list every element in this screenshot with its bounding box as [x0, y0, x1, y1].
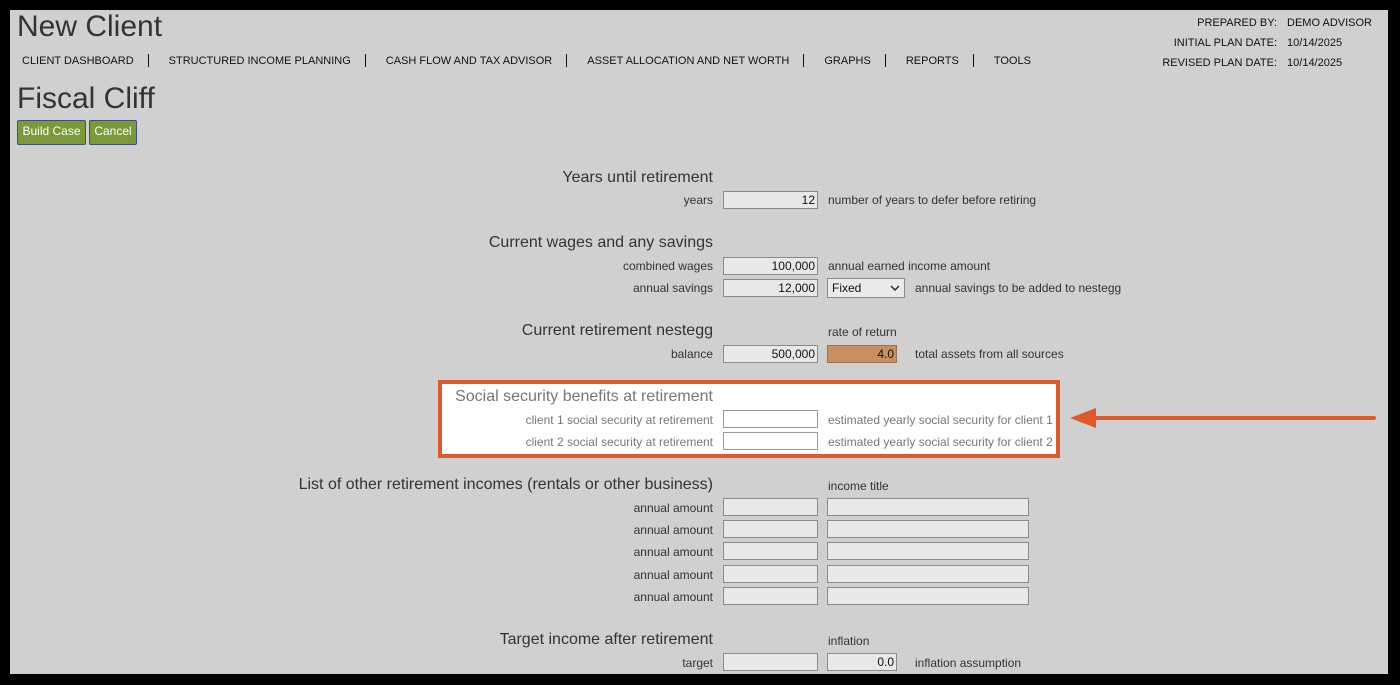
savings-mode-select[interactable]: Fixed	[827, 278, 905, 298]
target-label: target	[682, 656, 713, 670]
rate-of-return-input[interactable]: 4.0	[827, 345, 897, 363]
income-title-input[interactable]	[827, 520, 1029, 538]
annual-amount-input[interactable]	[723, 587, 818, 605]
annual-amount-input[interactable]	[723, 542, 818, 560]
cancel-button[interactable]: Cancel	[89, 120, 137, 145]
income-title-label: income title	[828, 479, 889, 493]
client2-ss-hint: estimated yearly social security for cli…	[828, 435, 1053, 449]
nav-cash-flow-tax-advisor[interactable]: CASH FLOW AND TAX ADVISOR	[380, 55, 566, 67]
annual-amount-input[interactable]	[723, 498, 818, 516]
client2-ss-input[interactable]	[723, 432, 818, 450]
nestegg-heading: Current retirement nestegg	[521, 322, 713, 339]
prepared-by-value: DEMO ADVISOR	[1287, 17, 1372, 29]
revised-plan-date-label: REVISED PLAN DATE:	[1162, 57, 1278, 69]
client1-ss-hint: estimated yearly social security for cli…	[828, 413, 1053, 427]
annual-amount-input[interactable]	[723, 565, 818, 583]
balance-hint: total assets from all sources	[915, 347, 1064, 361]
inflation-hint: inflation assumption	[915, 656, 1022, 670]
nav-divider	[972, 54, 974, 67]
nav-divider	[884, 54, 886, 67]
client1-ss-label: client 1 social security at retirement	[525, 413, 713, 427]
nav-tools[interactable]: TOOLS	[988, 55, 1045, 67]
build-case-button[interactable]: Build Case	[17, 120, 86, 145]
rate-of-return-label: rate of return	[828, 325, 897, 339]
annual-savings-label: annual savings	[632, 281, 713, 295]
initial-plan-date-value: 10/14/2025	[1287, 37, 1343, 49]
nav-graphs[interactable]: GRAPHS	[818, 55, 884, 67]
annual-amount-label: annual amount	[633, 545, 713, 559]
arrow-left-icon	[1070, 408, 1376, 428]
annual-amount-label: annual amount	[633, 568, 713, 582]
nav-divider	[803, 54, 805, 67]
page-title: Fiscal Cliff	[17, 82, 155, 115]
client1-ss-input[interactable]	[723, 410, 818, 428]
annual-savings-input[interactable]: 12,000	[723, 279, 818, 297]
client2-ss-label: client 2 social security at retirement	[525, 435, 713, 449]
nav-asset-allocation-net-worth[interactable]: ASSET ALLOCATION AND NET WORTH	[581, 55, 803, 67]
income-title-input[interactable]	[827, 498, 1029, 516]
years-hint: number of years to defer before retiring	[828, 193, 1037, 207]
chevron-down-icon	[890, 285, 900, 291]
annual-amount-label: annual amount	[633, 590, 713, 604]
nav-divider	[566, 54, 568, 67]
target-heading: Target income after retirement	[499, 631, 713, 648]
income-title-input[interactable]	[827, 542, 1029, 560]
years-heading: Years until retirement	[562, 169, 713, 186]
years-label: years	[683, 193, 713, 207]
social-security-heading: Social security benefits at retirement	[455, 388, 713, 405]
annual-amount-label: annual amount	[633, 501, 713, 515]
inflation-label: inflation	[828, 634, 870, 648]
annual-savings-hint: annual savings to be added to nestegg	[915, 281, 1122, 295]
years-input[interactable]: 12	[723, 191, 818, 209]
target-input[interactable]	[723, 653, 818, 671]
initial-plan-date-label: INITIAL PLAN DATE:	[1173, 37, 1278, 49]
income-title-input[interactable]	[827, 565, 1029, 583]
nav-divider	[147, 54, 149, 67]
combined-wages-label: combined wages	[622, 259, 713, 273]
nav-structured-income-planning[interactable]: STRUCTURED INCOME PLANNING	[163, 55, 365, 67]
inflation-input[interactable]: 0.0	[827, 653, 897, 671]
combined-wages-hint: annual earned income amount	[828, 259, 991, 273]
nav-client-dashboard[interactable]: CLIENT DASHBOARD	[16, 55, 148, 67]
app-title: New Client	[17, 10, 163, 43]
nav-reports[interactable]: REPORTS	[900, 55, 973, 67]
combined-wages-input[interactable]: 100,000	[723, 257, 818, 275]
wages-heading: Current wages and any savings	[488, 234, 713, 251]
app-window: New Client CLIENT DASHBOARD STRUCTURED I…	[10, 10, 1388, 674]
annual-amount-label: annual amount	[633, 523, 713, 537]
income-title-input[interactable]	[827, 587, 1029, 605]
nav-divider	[364, 54, 366, 67]
annual-amount-input[interactable]	[723, 520, 818, 538]
revised-plan-date-value: 10/14/2025	[1287, 57, 1343, 69]
other-incomes-heading: List of other retirement incomes (rental…	[298, 476, 713, 493]
plan-meta: PREPARED BY: DEMO ADVISOR INITIAL PLAN D…	[1162, 17, 1372, 77]
prepared-by-label: PREPARED BY:	[1197, 17, 1278, 29]
main-nav: CLIENT DASHBOARD STRUCTURED INCOME PLANN…	[16, 54, 1045, 67]
savings-mode-value: Fixed	[832, 281, 862, 295]
balance-label: balance	[670, 347, 713, 361]
balance-input[interactable]: 500,000	[723, 345, 818, 363]
